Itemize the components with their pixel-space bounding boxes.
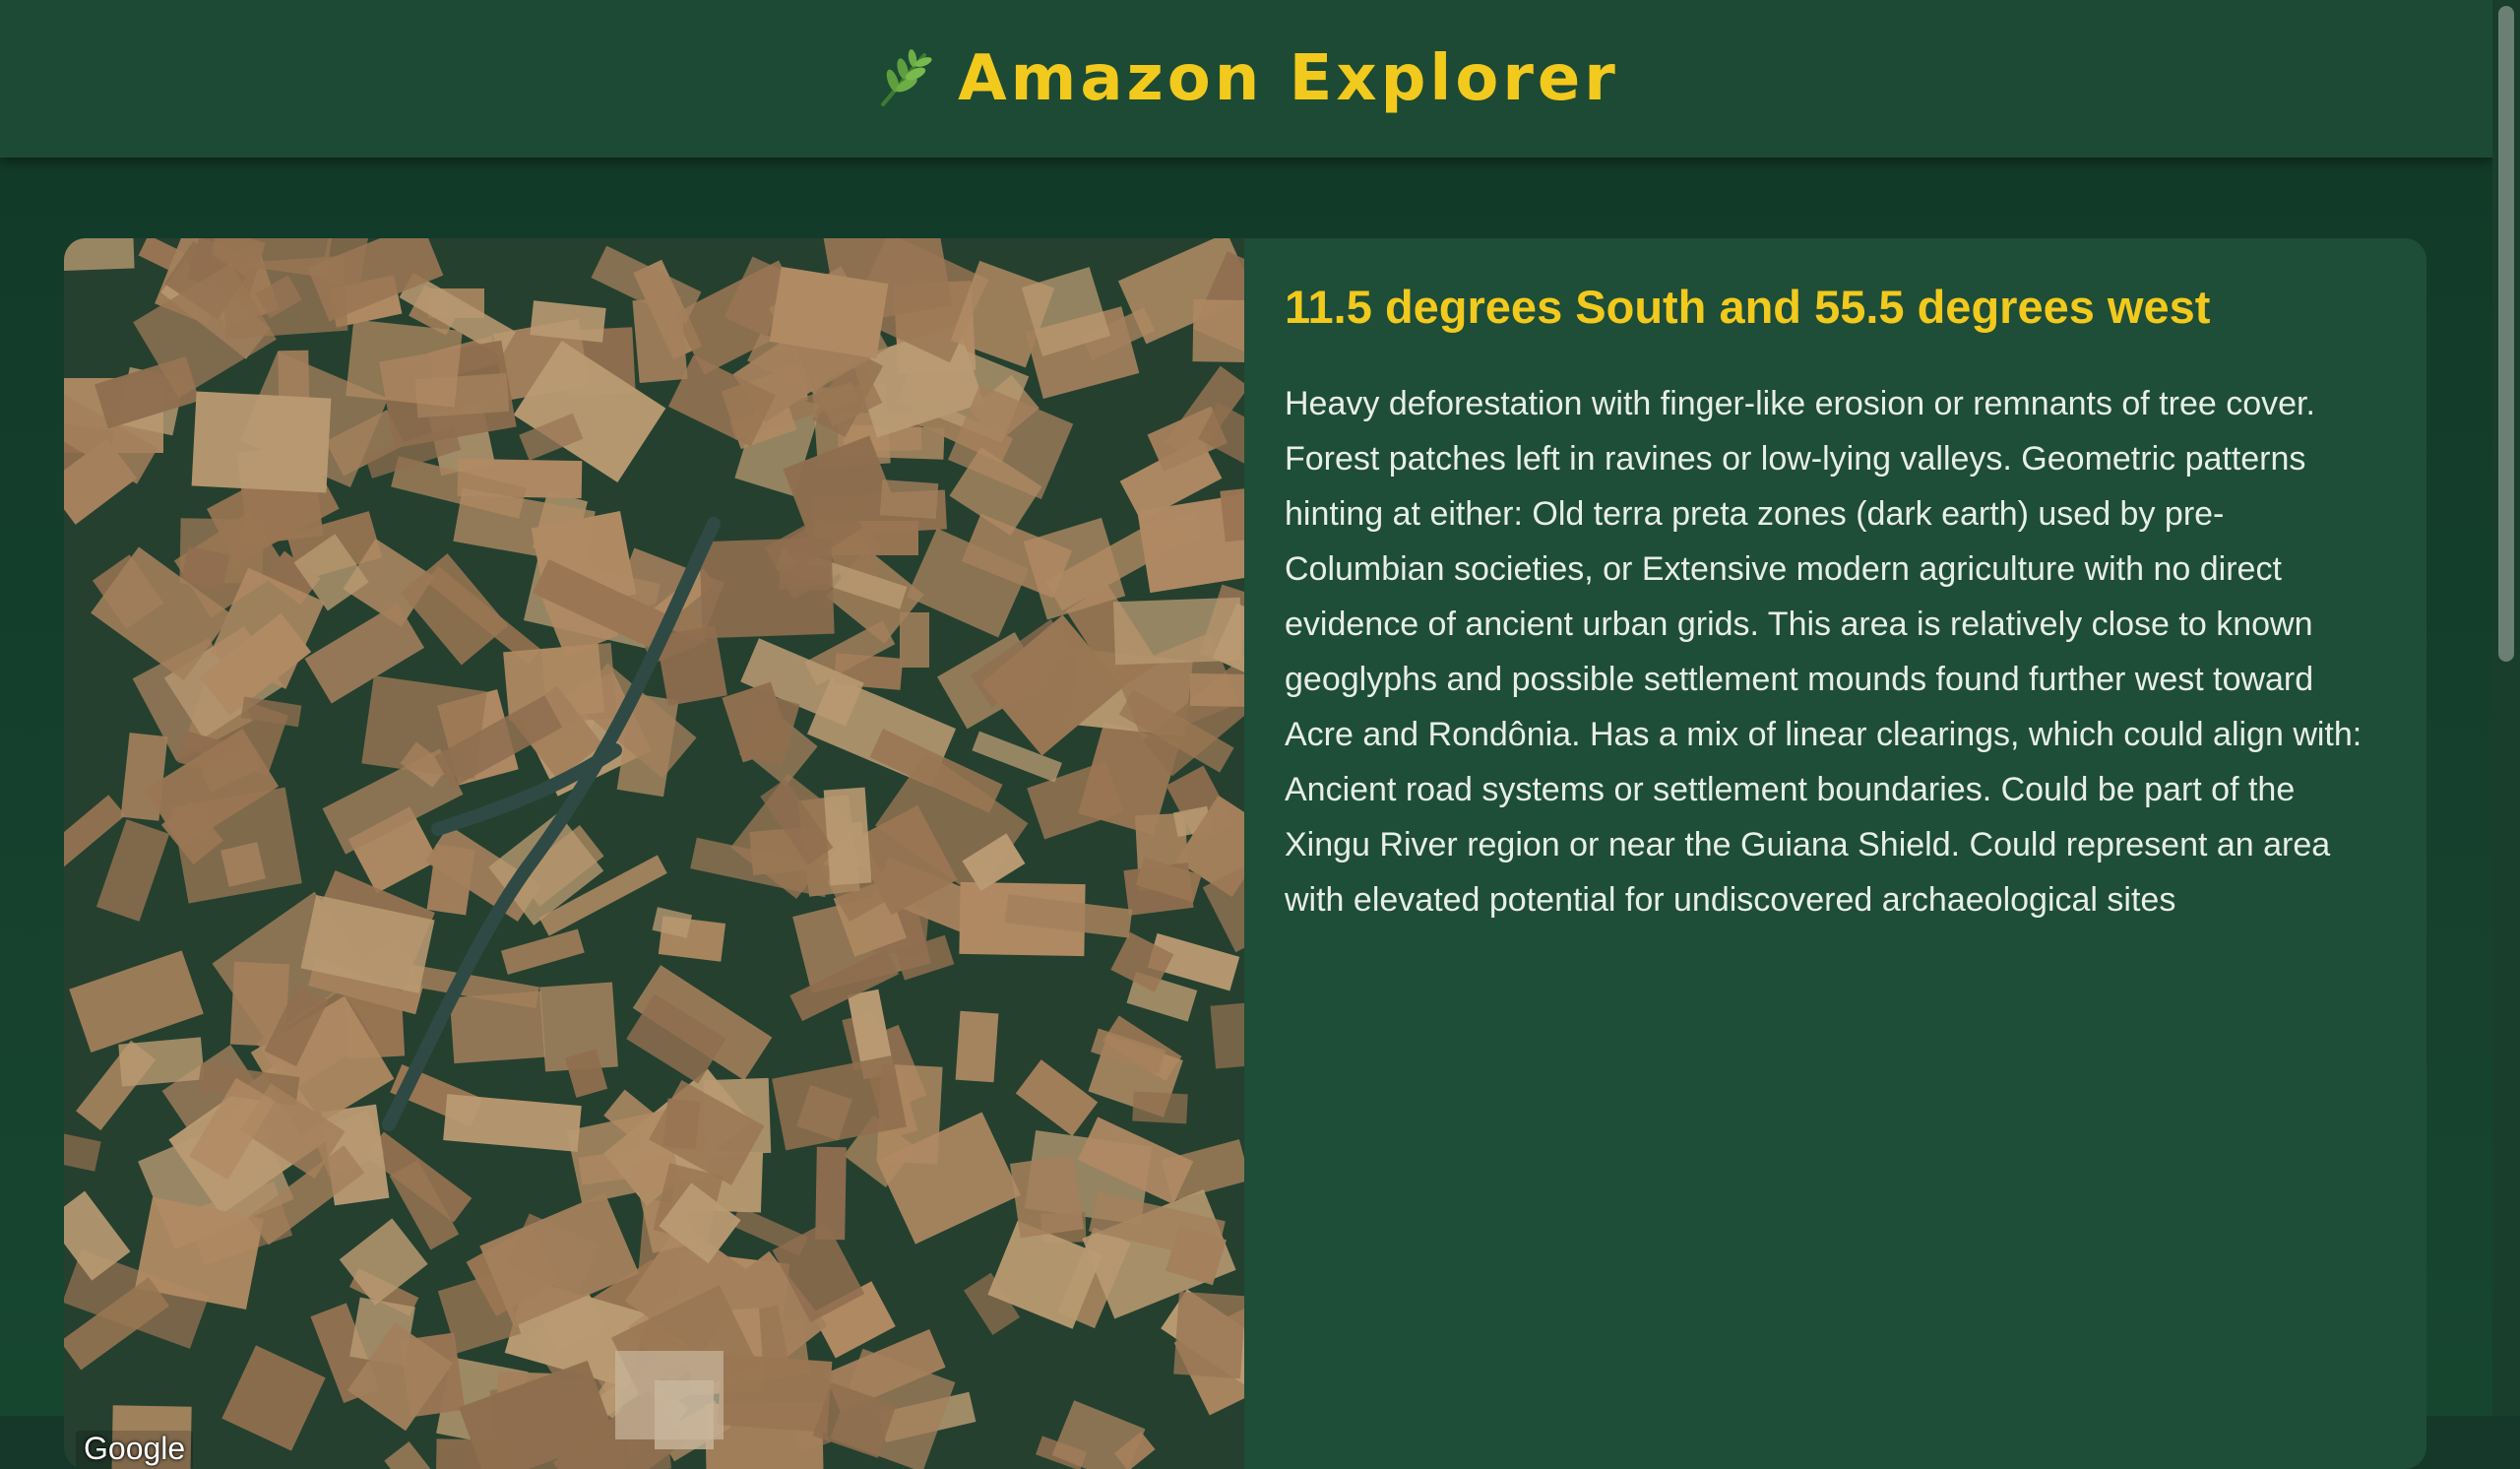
page-scrollbar[interactable] [2492,0,2520,1416]
scrollbar-thumb[interactable] [2498,6,2514,662]
map-attribution: Google [76,1431,194,1469]
app-header: Amazon Explorer [0,0,2492,158]
main-content: Google 11.5 degrees South and 55.5 degre… [0,158,2492,1469]
brand: Amazon Explorer [873,42,1619,115]
satellite-map[interactable]: Google [64,238,1244,1469]
location-description: Heavy deforestation with finger-like ero… [1285,385,2362,919]
info-panel: 11.5 degrees South and 55.5 degrees west… [1285,238,2426,1469]
satellite-image [64,238,1244,1469]
leaf-icon [881,49,932,106]
location-title: 11.5 degrees South and 55.5 degrees west [1285,281,2211,333]
app-title: Amazon Explorer [958,42,1619,115]
location-card: Google 11.5 degrees South and 55.5 degre… [64,238,2426,1469]
